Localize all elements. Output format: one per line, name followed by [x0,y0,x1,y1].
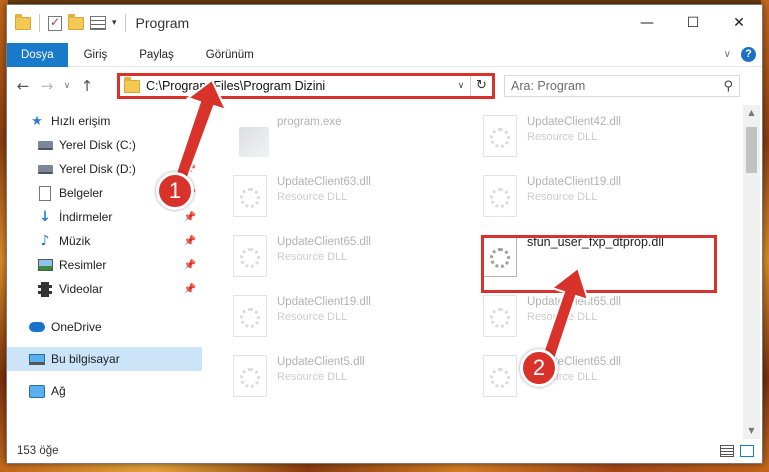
annotation-overlay [171,78,590,370]
step-1-badge: 1 [156,172,194,210]
step-2-badge: 2 [520,349,558,387]
step-1-arrow [171,78,228,183]
